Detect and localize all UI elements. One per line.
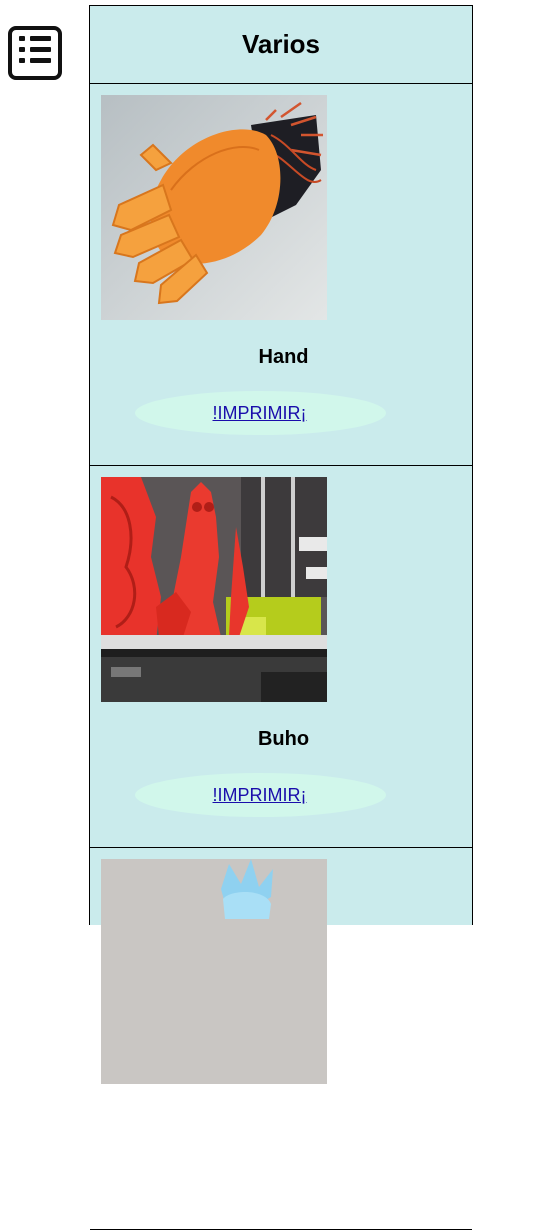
print-link[interactable]: !IMPRIMIR¡ (213, 403, 307, 424)
product-card: Hand !IMPRIMIR¡ (90, 84, 472, 466)
product-card: Buho !IMPRIMIR¡ (90, 466, 472, 848)
print-link[interactable]: !IMPRIMIR¡ (213, 785, 307, 806)
list-menu-icon[interactable] (8, 26, 62, 80)
category-panel: Varios Hand !IMPRIMIR¡ Buho !IMPRIMIR¡ (89, 5, 473, 1230)
product-image-hand[interactable] (101, 95, 327, 320)
page-title: Varios (90, 6, 472, 84)
print-button[interactable]: !IMPRIMIR¡ (135, 773, 386, 817)
product-name: Hand (258, 346, 309, 368)
print-button[interactable]: !IMPRIMIR¡ (135, 391, 386, 435)
product-name: Buho (257, 728, 310, 750)
product-image-buho[interactable] (101, 477, 327, 702)
product-card (90, 848, 472, 1230)
product-image-3[interactable] (101, 859, 327, 1084)
